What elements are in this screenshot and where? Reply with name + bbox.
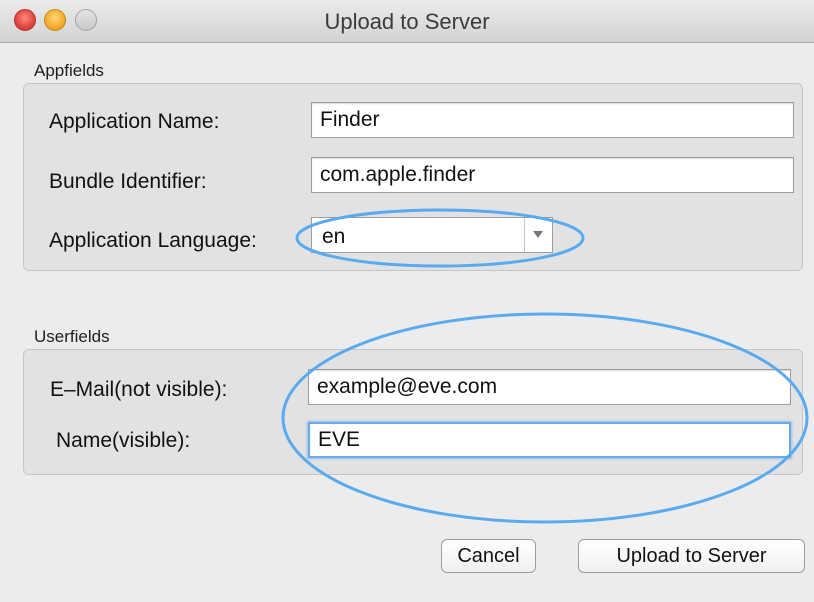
email-field[interactable] [308, 369, 791, 405]
dropdown-arrow-button[interactable] [524, 218, 552, 252]
application-language-label: Application Language: [49, 229, 257, 252]
application-name-label: Application Name: [49, 110, 220, 133]
application-name-field[interactable] [311, 102, 794, 138]
application-language-value: en [322, 225, 346, 248]
chevron-down-icon [533, 231, 543, 238]
title-bar: Upload to Server [0, 0, 814, 43]
appfields-group-box: Application Name: Bundle Identifier: App… [23, 83, 803, 271]
name-label: Name(visible): [56, 429, 191, 452]
application-language-select[interactable]: en [311, 217, 553, 253]
name-field[interactable] [308, 422, 791, 458]
appfields-group-label: Appfields [34, 61, 104, 80]
window-title: Upload to Server [324, 9, 490, 34]
upload-to-server-button[interactable]: Upload to Server [578, 539, 805, 573]
userfields-group-box: E–Mail(not visible): Name(visible): [23, 349, 803, 475]
bundle-identifier-label: Bundle Identifier: [49, 170, 207, 193]
userfields-group-label: Userfields [34, 327, 110, 346]
upload-dialog-window: Upload to Server Appfields Application N… [0, 0, 814, 602]
bundle-identifier-field[interactable] [311, 157, 794, 193]
cancel-button[interactable]: Cancel [441, 539, 536, 573]
email-label: E–Mail(not visible): [50, 378, 228, 401]
